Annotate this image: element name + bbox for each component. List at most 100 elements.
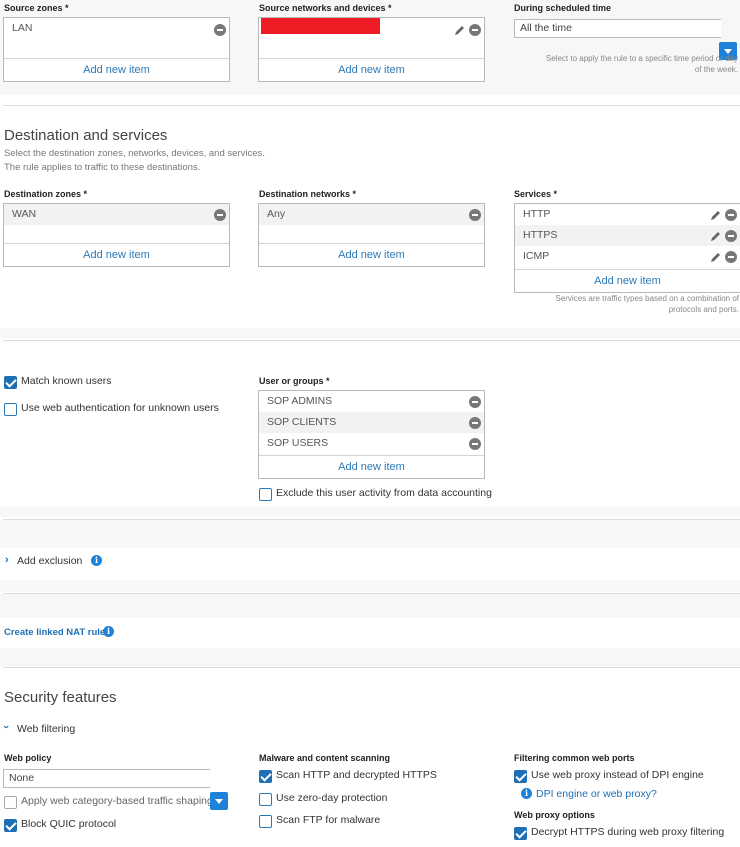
list-item: HTTPS (515, 225, 740, 246)
info-icon[interactable]: i (521, 788, 532, 799)
remove-icon[interactable] (214, 24, 226, 36)
web-policy-label: Web policy (4, 753, 52, 763)
match-known-users-label: Match known users (21, 375, 112, 387)
remove-icon[interactable] (469, 24, 481, 36)
divider (3, 105, 740, 106)
divider (3, 340, 740, 341)
remove-icon[interactable] (725, 209, 737, 221)
dpi-engine-link[interactable]: DPI engine or web proxy? (536, 788, 657, 800)
edit-icon[interactable] (710, 251, 722, 263)
add-new-item-button[interactable]: Add new item (259, 243, 484, 266)
list-item-label: HTTPS (523, 229, 558, 241)
match-known-users-checkbox[interactable] (4, 376, 17, 389)
remove-icon[interactable] (469, 396, 481, 408)
source-zones-list: LAN Add new item (3, 17, 230, 82)
remove-icon[interactable] (469, 438, 481, 450)
info-icon[interactable]: i (91, 555, 102, 566)
list-item: HTTP (515, 204, 740, 225)
chevron-down-icon[interactable]: › (0, 725, 12, 729)
destination-desc-2: The rule applies to traffic to these des… (4, 162, 201, 173)
destination-desc-1: Select the destination zones, networks, … (4, 148, 265, 159)
scan-http-label: Scan HTTP and decrypted HTTPS (276, 769, 437, 781)
schedule-hint: Select to apply the rule to a specific t… (545, 54, 738, 74)
remove-icon[interactable] (725, 251, 737, 263)
band (0, 580, 740, 592)
web-proxy-checkbox[interactable] (514, 770, 527, 783)
services-label: Services * (514, 189, 558, 199)
list-item: WAN (4, 204, 229, 225)
list-item-label: WAN (12, 208, 37, 220)
malware-label: Malware and content scanning (259, 753, 391, 763)
edit-icon[interactable] (710, 230, 722, 242)
list-item: SOP ADMINS (259, 391, 484, 412)
traffic-shaping-checkbox[interactable] (4, 796, 17, 809)
destination-title: Destination and services (4, 127, 168, 144)
block-quic-checkbox[interactable] (4, 819, 17, 832)
list-item-label: HTTP (523, 208, 551, 220)
user-groups-list: SOP ADMINS SOP CLIENTS SOP USERS Add new… (258, 390, 485, 479)
remove-icon[interactable] (214, 209, 226, 221)
create-nat-rule-link[interactable]: Create linked NAT rule (4, 627, 105, 638)
web-filtering-toggle[interactable]: Web filtering (17, 723, 75, 735)
band (0, 328, 740, 338)
list-item-label: ICMP (523, 250, 550, 262)
zero-day-label: Use zero-day protection (276, 792, 388, 804)
traffic-shaping-dropdown-button[interactable] (210, 792, 228, 810)
destination-zones-list: WAN Add new item (3, 203, 230, 267)
band (0, 594, 740, 618)
add-new-item-button[interactable]: Add new item (259, 58, 484, 81)
destination-networks-label: Destination networks * (259, 189, 357, 199)
security-title: Security features (4, 689, 117, 706)
list-item-label: Any (267, 208, 286, 220)
block-quic-label: Block QUIC protocol (21, 818, 117, 830)
source-networks-label: Source networks and devices * (259, 3, 392, 13)
destination-zones-label: Destination zones * (4, 189, 88, 199)
services-hint: Services are traffic types based on a co… (555, 294, 739, 314)
source-zones-label: Source zones * (4, 3, 69, 13)
remove-icon[interactable] (469, 209, 481, 221)
schedule-select[interactable]: All the time (514, 19, 721, 38)
services-list: HTTP HTTPS ICMP Add new item (514, 203, 740, 293)
band (0, 507, 740, 517)
list-item (259, 18, 484, 39)
divider (3, 667, 740, 668)
schedule-label: During scheduled time (514, 3, 612, 13)
exclude-accounting-label: Exclude this user activity from data acc… (276, 487, 492, 499)
edit-icon[interactable] (710, 209, 722, 221)
add-new-item-button[interactable]: Add new item (4, 58, 229, 81)
add-new-item-button[interactable]: Add new item (515, 269, 740, 292)
user-groups-label: User or groups * (259, 376, 330, 386)
redacted-block (261, 18, 380, 34)
zero-day-checkbox[interactable] (259, 793, 272, 806)
add-new-item-button[interactable]: Add new item (4, 243, 229, 266)
band (0, 520, 740, 548)
band (0, 648, 740, 666)
add-new-item-button[interactable]: Add new item (259, 455, 484, 478)
list-item: LAN (4, 18, 229, 39)
list-item: SOP USERS (259, 433, 484, 454)
info-icon[interactable]: i (103, 626, 114, 637)
scan-http-checkbox[interactable] (259, 770, 272, 783)
traffic-shaping-label: Apply web category-based traffic shaping (21, 795, 213, 807)
web-auth-label: Use web authentication for unknown users (21, 402, 219, 414)
edit-icon[interactable] (454, 24, 466, 36)
remove-icon[interactable] (725, 230, 737, 242)
web-auth-checkbox[interactable] (4, 403, 17, 416)
destination-networks-list: Any Add new item (258, 203, 485, 267)
exclude-accounting-checkbox[interactable] (259, 488, 272, 501)
remove-icon[interactable] (469, 417, 481, 429)
source-networks-list: Add new item (258, 17, 485, 82)
list-item-label: SOP USERS (267, 437, 329, 449)
scan-ftp-label: Scan FTP for malware (276, 814, 381, 826)
scan-ftp-checkbox[interactable] (259, 815, 272, 828)
list-item-label: LAN (12, 22, 33, 34)
list-item: Any (259, 204, 484, 225)
ports-label: Filtering common web ports (514, 753, 635, 763)
add-exclusion-toggle[interactable]: Add exclusion (17, 555, 82, 567)
chevron-right-icon[interactable]: › (5, 554, 9, 566)
web-proxy-label: Use web proxy instead of DPI engine (531, 769, 704, 781)
list-item-label: SOP ADMINS (267, 395, 333, 407)
list-item: ICMP (515, 246, 740, 267)
decrypt-https-checkbox[interactable] (514, 827, 527, 840)
web-policy-select[interactable]: None (3, 769, 210, 788)
